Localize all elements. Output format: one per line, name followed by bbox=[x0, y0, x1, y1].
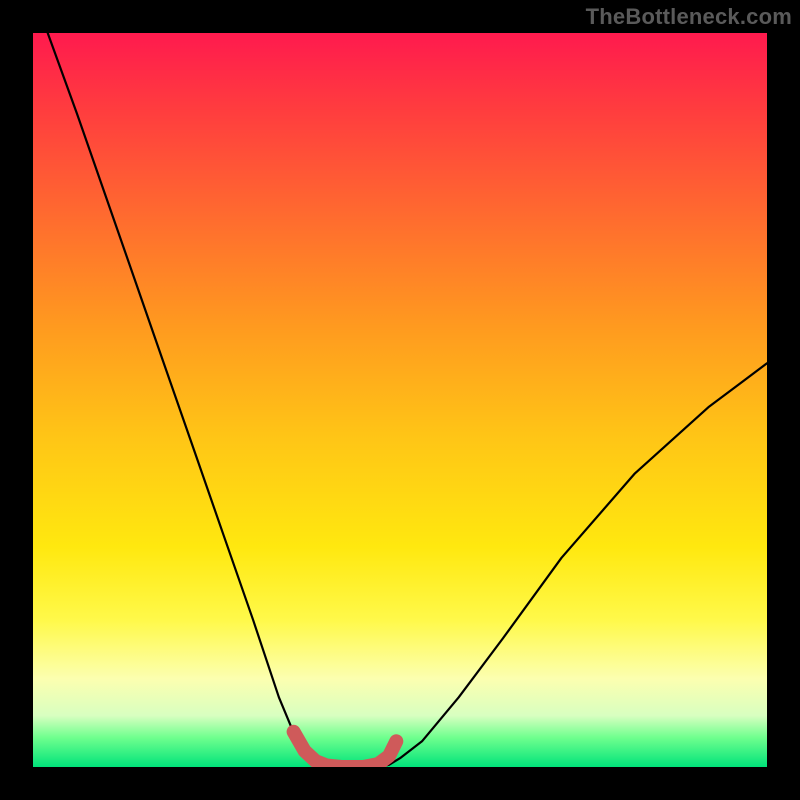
watermark-text: TheBottleneck.com bbox=[586, 4, 792, 30]
flat-bottom-highlight bbox=[294, 732, 397, 767]
curve-layer bbox=[33, 33, 767, 767]
plot-area bbox=[33, 33, 767, 767]
chart-frame: TheBottleneck.com bbox=[0, 0, 800, 800]
bottleneck-curve bbox=[48, 33, 767, 767]
